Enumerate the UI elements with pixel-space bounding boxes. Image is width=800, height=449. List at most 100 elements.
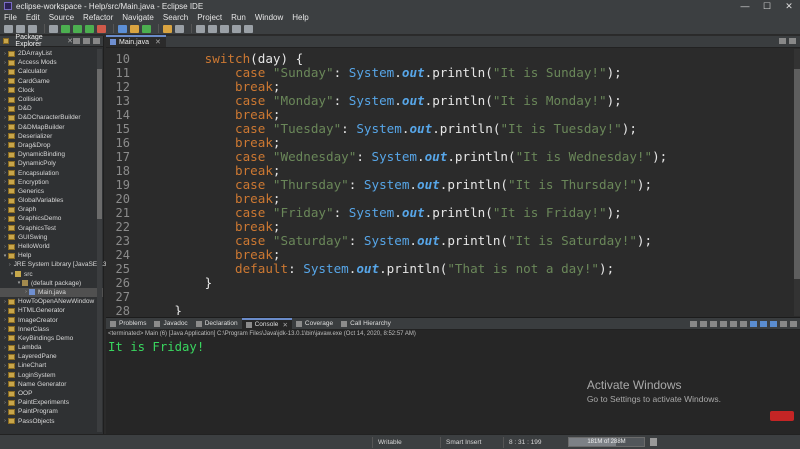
tree-item-project[interactable]: › Generics [0,187,103,196]
tree-item-project[interactable]: › D&DMapBuilder [0,123,103,132]
display-selected-console-icon[interactable] [760,320,767,327]
maximize-view-icon[interactable] [789,38,796,44]
package-explorer-title[interactable]: Package Explorer [15,34,64,48]
menu-window[interactable]: Window [255,13,283,22]
close-tab-icon[interactable]: ✕ [155,38,161,46]
tree-item-project[interactable]: › GraphicsTest [0,224,103,233]
code-line[interactable]: 28 } [106,304,796,316]
open-type-icon[interactable] [163,24,172,33]
tree-item-project[interactable]: › PaintExperiments [0,398,103,407]
collapsed-arrow-icon[interactable]: › [9,262,11,268]
search-icon[interactable] [175,24,184,33]
code-line[interactable]: 17 case "Wednesday": System.out.println(… [106,150,796,165]
code-line[interactable]: 16 break; [106,136,796,151]
tree-item-project[interactable]: › Graph [0,205,103,214]
link-editor-icon[interactable] [83,38,90,44]
menu-edit[interactable]: Edit [26,13,40,22]
code-line[interactable]: 12 break; [106,80,796,95]
code-line[interactable]: 24 break; [106,248,796,263]
minimize-button[interactable]: — [734,0,756,12]
coverage-icon[interactable] [85,24,94,33]
save-all-icon[interactable] [28,24,37,33]
tree-item-jre-library[interactable]: › JRE System Library [JavaSE-13] [0,260,108,269]
maximize-view-icon[interactable] [790,320,797,327]
tree-item-project[interactable]: › HowToOpenANewWindow [0,297,103,306]
tree-item-project[interactable]: › GlobalVariables [0,196,103,205]
collapse-all-icon[interactable] [73,38,80,44]
save-icon[interactable] [16,24,25,33]
code-line[interactable]: 23 case "Saturday": System.out.println("… [106,234,796,249]
maximize-button[interactable]: ☐ [756,0,778,12]
new-java-project-icon[interactable] [118,24,127,33]
tree-item-project[interactable]: › Collision [0,95,103,104]
tree-item-project[interactable]: › CardGame [0,77,103,86]
editor-scrollbar[interactable] [794,49,800,316]
external-tools-icon[interactable] [97,24,106,33]
tree-item-project-help[interactable]: ▾ Help [0,251,103,260]
menu-refactor[interactable]: Refactor [83,13,113,22]
tree-item-project[interactable]: › HTMLGenerator [0,306,103,315]
tab-call-hierarchy[interactable]: Call Hierarchy [337,318,395,330]
code-line[interactable]: 13 case "Monday": System.out.println("It… [106,94,796,109]
new-class-icon[interactable] [142,24,151,33]
code-line[interactable]: 11 case "Sunday": System.out.println("It… [106,66,796,81]
tree-item-project[interactable]: › PaintProgram [0,407,103,416]
tree-item-project[interactable]: › GraphicsDemo [0,214,103,223]
tab-console[interactable]: Console ✕ [241,317,292,330]
tree-item-project[interactable]: › PassObjects [0,417,103,426]
menu-run[interactable]: Run [231,13,246,22]
tree-item-project[interactable]: › 2DArrayList [0,49,103,58]
tree-item-project[interactable]: › HelloWorld [0,242,103,251]
tree-item-default-package[interactable]: ▾ (default package) [0,279,103,288]
open-console-icon[interactable] [770,320,777,327]
code-line[interactable]: 19 case "Thursday": System.out.println("… [106,178,796,193]
tree-item-main-java[interactable]: › Main.java [0,287,103,298]
view-menu-icon[interactable] [93,38,100,44]
code-line[interactable]: 26 } [106,276,796,291]
code-line[interactable]: 10 switch(day) { [106,52,796,67]
forward-icon[interactable] [244,24,253,33]
tree-item-project[interactable]: › D&D [0,104,103,113]
tree-item-src-folder[interactable]: ▾ src [0,270,103,279]
code-line[interactable]: 25 default: System.out.println("That is … [106,262,796,277]
new-icon[interactable] [4,24,13,33]
last-edit-icon[interactable] [220,24,229,33]
menu-source[interactable]: Source [49,13,74,22]
code-line[interactable]: 15 case "Tuesday": System.out.println("I… [106,122,796,137]
code-area[interactable]: 10 switch(day) {11 case "Sunday": System… [106,48,800,316]
minimize-view-icon[interactable] [780,320,787,327]
tree-item-project[interactable]: › D&DCharacterBuilder [0,113,103,122]
tree-item-project[interactable]: › DynamicPoly [0,159,103,168]
tree-item-project[interactable]: › Calculator [0,67,103,76]
menu-navigate[interactable]: Navigate [122,13,154,22]
package-explorer-scrollbar[interactable] [97,49,102,432]
pin-console-icon[interactable] [750,320,757,327]
tree-item-project[interactable]: › OOP [0,389,103,398]
garbage-collect-icon[interactable] [650,438,657,446]
code-line[interactable]: 22 break; [106,220,796,235]
tab-declaration[interactable]: Declaration [192,318,242,330]
code-line[interactable]: 14 break; [106,108,796,123]
scrollbar-thumb[interactable] [794,69,800,279]
editor-tab-main-java[interactable]: Main.java ✕ [106,35,166,47]
menu-file[interactable]: File [4,13,17,22]
tab-problems[interactable]: Problems [106,318,150,330]
tree-item-project[interactable]: › LoginSystem [0,371,103,380]
menu-project[interactable]: Project [197,13,222,22]
tree-item-project[interactable]: › GUISwing [0,233,103,242]
clear-console-icon[interactable] [720,320,727,327]
tab-coverage[interactable]: Coverage [292,318,337,330]
tree-item-project[interactable]: › Encapsulation [0,168,103,177]
remove-all-icon[interactable] [710,320,717,327]
tree-item-project[interactable]: › InnerClass [0,325,103,334]
code-line[interactable]: 21 case "Friday": System.out.println("It… [106,206,796,221]
tree-item-project[interactable]: › Clock [0,86,103,95]
run-icon[interactable] [73,24,82,33]
word-wrap-icon[interactable] [740,320,747,327]
heap-status[interactable]: 181M of 288M [568,437,645,447]
remove-launch-icon[interactable] [700,320,707,327]
tree-item-project[interactable]: › Encryption [0,178,103,187]
build-icon[interactable] [49,24,58,33]
tree-item-project[interactable]: › DynamicBinding [0,150,103,159]
code-line[interactable]: 27 [106,290,796,304]
